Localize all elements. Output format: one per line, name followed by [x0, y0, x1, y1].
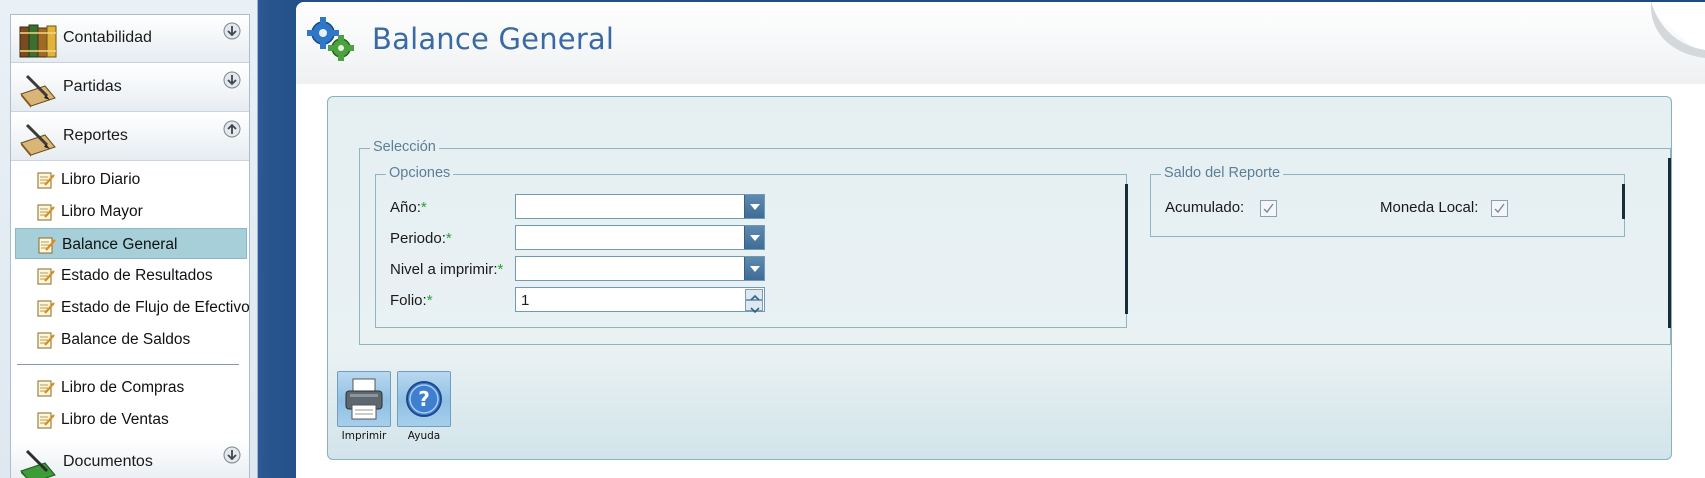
moneda-local-label: Moneda Local:: [1380, 199, 1479, 216]
sidebar-item-label: Balance de Saldos: [61, 331, 191, 348]
title-bar: Balance General: [296, 2, 1705, 84]
navigation-sidebar: Contabilidad Partidas Reportes Libro Dia…: [0, 0, 258, 478]
help-button[interactable]: ?: [397, 371, 451, 427]
sidebar-item-label: Balance General: [62, 236, 178, 253]
sidebar-item-libro-diario[interactable]: Libro Diario: [15, 164, 247, 195]
notepad-edit-icon: [37, 412, 55, 429]
sidebar-group-contabilidad[interactable]: Contabilidad: [11, 15, 249, 63]
notepad-edit-icon: [37, 268, 55, 285]
anio-select[interactable]: [515, 194, 765, 219]
dropdown-arrow-icon[interactable]: [744, 195, 764, 218]
notepad-edit-icon: [37, 380, 55, 397]
sidebar-item-label: Libro Mayor: [61, 203, 143, 220]
svg-text:?: ?: [418, 387, 430, 411]
books-icon: [19, 24, 57, 58]
seleccion-fieldset: Selección Opciones Año:* Periodo:* Nivel…: [359, 139, 1671, 345]
panel-resize-bar: [1668, 158, 1671, 328]
page-title: Balance General: [372, 22, 615, 56]
opciones-legend: Opciones: [386, 165, 454, 181]
help-icon: ?: [406, 381, 442, 417]
gears-icon: [307, 17, 354, 61]
report-content-box: Selección Opciones Año:* Periodo:* Nivel…: [327, 96, 1672, 460]
print-button[interactable]: [337, 371, 391, 427]
notepad-edit-icon: [37, 204, 55, 221]
sidebar-item-balance-general[interactable]: Balance General: [15, 228, 247, 259]
expand-arrow-icon[interactable]: [223, 71, 241, 89]
sidebar-item-label: Estado de Flujo de Efectivo: [61, 299, 250, 316]
spin-up-icon[interactable]: [745, 289, 763, 301]
check-icon: [1263, 203, 1274, 214]
dropdown-arrow-icon[interactable]: [744, 226, 764, 249]
sidebar-panel: Contabilidad Partidas Reportes Libro Dia…: [10, 14, 250, 478]
sidebar-item-balance-saldos[interactable]: Balance de Saldos: [15, 324, 247, 355]
sidebar-item-label: Libro de Ventas: [61, 411, 169, 428]
anio-label: Año:*: [390, 199, 427, 216]
panel-resize-bar: [1125, 184, 1128, 314]
panel-resize-bar: [1622, 184, 1625, 219]
expand-arrow-icon[interactable]: [223, 446, 241, 464]
sidebar-item-libro-ventas[interactable]: Libro de Ventas: [15, 404, 247, 435]
spin-down-icon[interactable]: [745, 300, 763, 314]
collapse-arrow-icon[interactable]: [223, 120, 241, 138]
dropdown-arrow-icon[interactable]: [744, 257, 764, 280]
periodo-select[interactable]: [515, 225, 765, 250]
ledger-pen-icon: [20, 123, 56, 157]
acumulado-checkbox[interactable]: [1260, 200, 1277, 217]
ledger-pen-icon: [20, 74, 56, 108]
notepad-edit-icon: [37, 332, 55, 349]
notepad-edit-icon: [37, 172, 55, 189]
sidebar-item-libro-mayor[interactable]: Libro Mayor: [15, 196, 247, 227]
green-ledger-icon: [20, 449, 56, 478]
folio-value: 1: [521, 292, 530, 309]
folio-label: Folio:*: [390, 292, 433, 309]
page-curl-decoration: [1641, 2, 1705, 58]
folio-stepper[interactable]: 1: [515, 287, 765, 314]
sidebar-group-label: Partidas: [63, 78, 122, 95]
sidebar-group-label: Reportes: [63, 127, 128, 144]
moneda-local-checkbox[interactable]: [1491, 200, 1508, 217]
sidebar-item-label: Estado de Resultados: [61, 267, 213, 284]
sidebar-item-label: Libro Diario: [61, 171, 141, 188]
notepad-edit-icon: [38, 237, 56, 254]
print-button-label: Imprimir: [341, 430, 387, 442]
help-button-label: Ayuda: [407, 430, 441, 442]
sidebar-item-estado-resultados[interactable]: Estado de Resultados: [15, 260, 247, 291]
acumulado-label: Acumulado:: [1165, 199, 1245, 216]
nivel-select[interactable]: [515, 256, 765, 281]
saldo-fieldset: Saldo del Reporte Acumulado: Moneda Loca…: [1150, 165, 1625, 237]
saldo-legend: Saldo del Reporte: [1161, 165, 1284, 181]
printer-icon: [345, 378, 383, 420]
sidebar-group-documentos[interactable]: Documentos: [11, 439, 249, 478]
notepad-edit-icon: [37, 300, 55, 317]
sidebar-divider: [17, 364, 239, 365]
sidebar-group-label: Documentos: [63, 453, 153, 470]
nivel-label: Nivel a imprimir:*: [390, 261, 504, 278]
sidebar-item-flujo-efectivo[interactable]: Estado de Flujo de Efectivo: [15, 292, 250, 323]
check-icon: [1494, 203, 1505, 214]
sidebar-item-label: Libro de Compras: [61, 379, 185, 396]
seleccion-legend: Selección: [370, 139, 439, 155]
sidebar-group-label: Contabilidad: [63, 29, 152, 46]
main-panel: Balance General Selección Opciones Año:*…: [296, 2, 1705, 478]
periodo-label: Periodo:*: [390, 230, 452, 247]
expand-arrow-icon[interactable]: [223, 22, 241, 40]
sidebar-group-partidas[interactable]: Partidas: [11, 64, 249, 112]
opciones-fieldset: Opciones Año:* Periodo:* Nivel a imprimi…: [375, 165, 1128, 328]
sidebar-item-libro-compras[interactable]: Libro de Compras: [15, 372, 247, 403]
sidebar-group-reportes[interactable]: Reportes: [11, 113, 249, 161]
